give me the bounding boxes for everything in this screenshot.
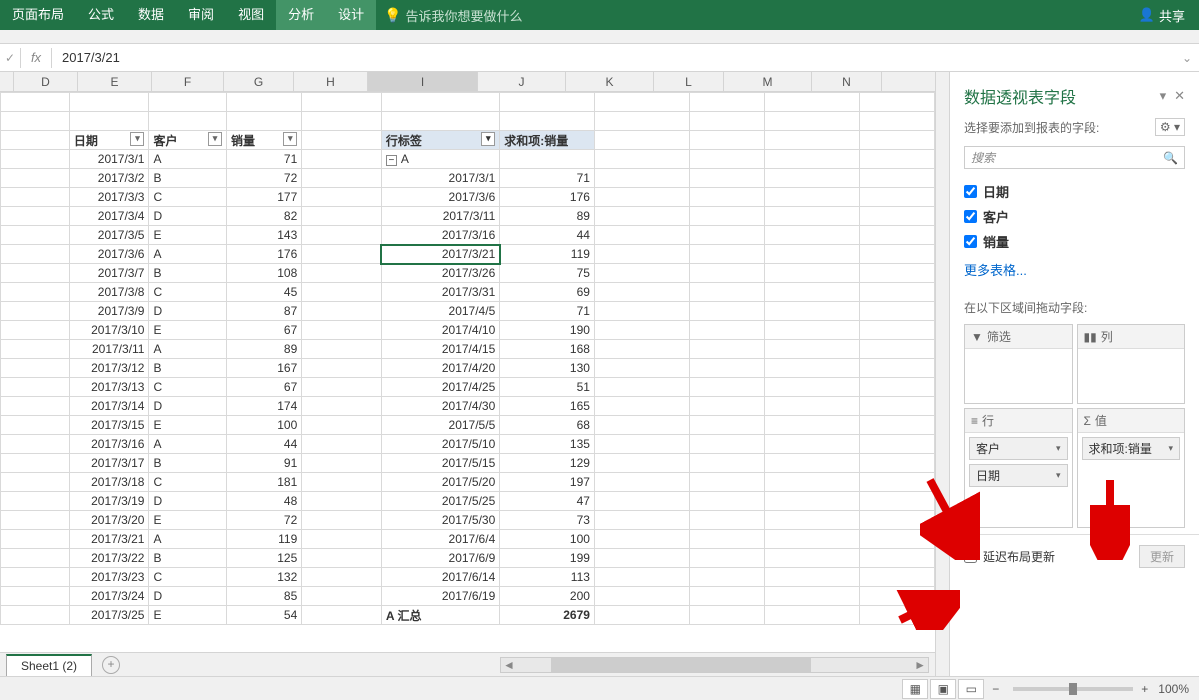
column-header-N[interactable]: N: [812, 72, 882, 91]
sheet-tab-sheet1[interactable]: Sheet1 (2): [6, 654, 92, 676]
horizontal-scrollbar[interactable]: ◄ ►: [500, 657, 929, 673]
column-header-J[interactable]: J: [478, 72, 566, 91]
sigma-icon: Σ: [1084, 414, 1091, 428]
filter-area[interactable]: ▼筛选: [964, 324, 1073, 404]
tellme-input[interactable]: 💡告诉我你想要做什么: [384, 6, 522, 25]
pill-客户[interactable]: 客户▾: [969, 437, 1068, 460]
tab-review[interactable]: 审阅: [176, 0, 226, 30]
formula-input[interactable]: 2017/3/21: [52, 50, 1175, 65]
sheet-tabs: Sheet1 (2) + ◄ ►: [0, 652, 935, 676]
user-icon: 👤: [1139, 7, 1155, 23]
share-button[interactable]: 👤共享: [1125, 6, 1199, 25]
tab-analyze[interactable]: 分析: [276, 0, 326, 30]
view-page-button[interactable]: ▣: [930, 679, 956, 699]
spreadsheet-grid[interactable]: 日期▾客户▾销量▾行标签▾求和项:销量2017/3/1A71−A2017/3/2…: [0, 92, 935, 652]
panel-dropdown-icon[interactable]: ▾: [1160, 88, 1167, 104]
panel-close-icon[interactable]: ✕: [1174, 88, 1185, 104]
pivot-fields-panel: 数据透视表字段 ▾ ✕ 选择要添加到报表的字段: ⚙ ▾ 搜索 🔍 日期 客户 …: [949, 72, 1199, 676]
rows-area[interactable]: ≡行 客户▾日期▾: [964, 408, 1073, 528]
column-header-F[interactable]: F: [152, 72, 224, 91]
column-headers: DEFGHIJKLMN: [0, 72, 935, 92]
columns-icon: ▮▮: [1084, 330, 1097, 344]
bulb-icon: 💡: [384, 7, 401, 24]
panel-subtitle: 选择要添加到报表的字段:: [964, 119, 1155, 136]
column-header-G[interactable]: G: [224, 72, 294, 91]
formula-check-icon[interactable]: ✓: [0, 51, 20, 65]
panel-title: 数据透视表字段: [964, 84, 1152, 108]
defer-layout-label: 延迟布局更新: [983, 548, 1055, 565]
tab-page-layout[interactable]: 页面布局: [0, 0, 76, 30]
column-header-I[interactable]: I: [368, 72, 478, 91]
field-search-input[interactable]: 搜索 🔍: [964, 146, 1185, 169]
zoom-slider[interactable]: [1013, 687, 1133, 691]
defer-layout-checkbox[interactable]: [964, 550, 977, 563]
formula-bar: ✓ fx 2017/3/21 ⌄: [0, 44, 1199, 72]
column-header-L[interactable]: L: [654, 72, 724, 91]
view-normal-button[interactable]: ▦: [902, 679, 928, 699]
new-sheet-button[interactable]: +: [102, 656, 120, 674]
column-header-M[interactable]: M: [724, 72, 812, 91]
column-header-H[interactable]: H: [294, 72, 368, 91]
status-bar: ▦ ▣ ▭ − + 100%: [0, 676, 1199, 700]
tab-design[interactable]: 设计: [326, 0, 376, 30]
columns-area[interactable]: ▮▮列: [1077, 324, 1186, 404]
tab-data[interactable]: 数据: [126, 0, 176, 30]
field-客户[interactable]: 客户: [964, 204, 1185, 229]
fx-icon[interactable]: fx: [21, 50, 51, 65]
vertical-scrollbar[interactable]: [935, 72, 949, 676]
areas-label: 在以下区域间拖动字段:: [950, 291, 1199, 324]
zoom-label[interactable]: 100%: [1148, 682, 1199, 696]
gear-icon[interactable]: ⚙ ▾: [1155, 118, 1185, 136]
tab-formulas[interactable]: 公式: [76, 0, 126, 30]
tab-view[interactable]: 视图: [226, 0, 276, 30]
column-header-D[interactable]: D: [14, 72, 78, 91]
more-tables-link[interactable]: 更多表格...: [964, 254, 1185, 285]
filter-icon: ▼: [971, 330, 983, 344]
field-销量[interactable]: 销量: [964, 229, 1185, 254]
view-break-button[interactable]: ▭: [958, 679, 984, 699]
ribbon: 页面布局 公式 数据 审阅 视图 分析 设计 💡告诉我你想要做什么 👤共享: [0, 0, 1199, 30]
values-area[interactable]: Σ值 求和项:销量▾: [1077, 408, 1186, 528]
update-button[interactable]: 更新: [1139, 545, 1185, 568]
rows-icon: ≡: [971, 414, 978, 428]
expand-formula-icon[interactable]: ⌄: [1175, 51, 1199, 65]
column-header-E[interactable]: E: [78, 72, 152, 91]
column-header-K[interactable]: K: [566, 72, 654, 91]
field-日期[interactable]: 日期: [964, 179, 1185, 204]
search-icon: 🔍: [1163, 151, 1178, 165]
pill-日期[interactable]: 日期▾: [969, 464, 1068, 487]
pill-求和项:销量[interactable]: 求和项:销量▾: [1082, 437, 1181, 460]
